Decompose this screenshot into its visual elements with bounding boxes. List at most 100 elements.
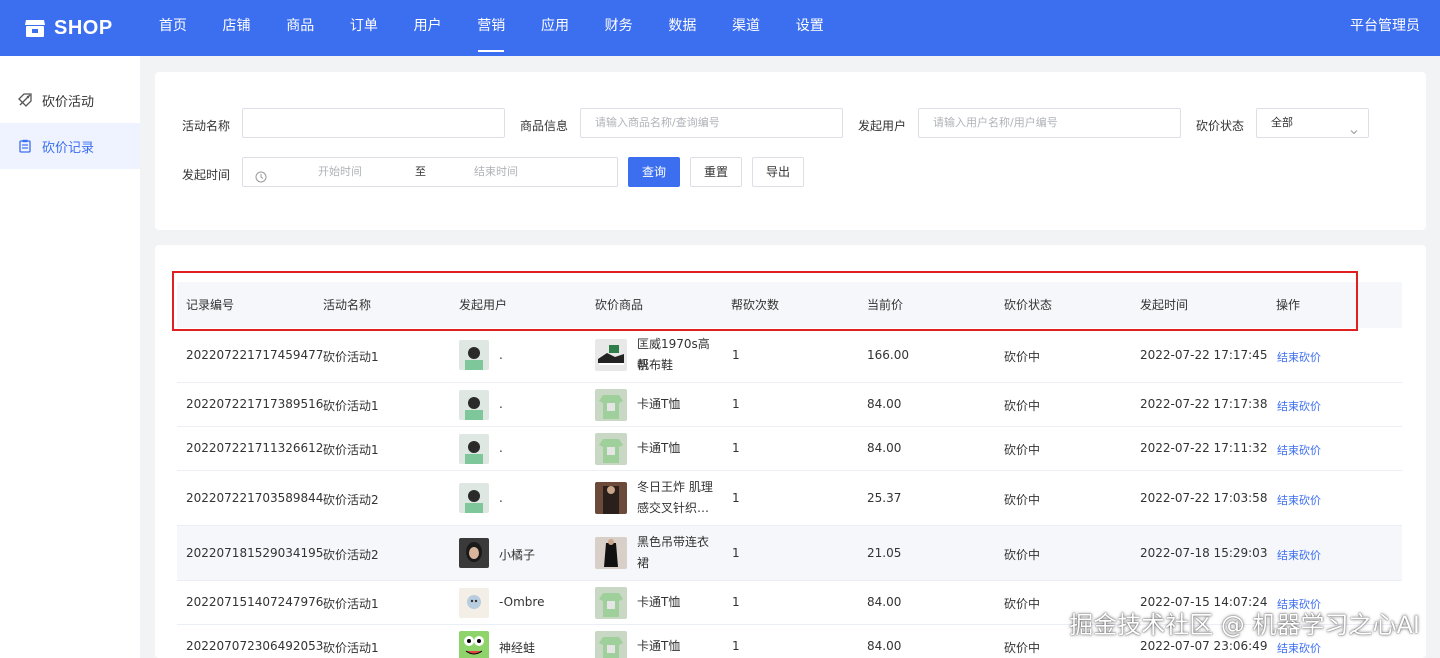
product-image xyxy=(595,537,627,569)
product-name-line2: 帆布鞋 xyxy=(637,358,674,372)
product-name-line1: 冬日王炸 肌理 xyxy=(637,480,713,494)
sidebar-item-label: 砍价记录 xyxy=(42,140,95,156)
current-price: 166.00 xyxy=(867,348,909,362)
end-bargain-link[interactable]: 结束砍价 xyxy=(1277,547,1321,563)
start-time: 2022-07-22 17:17:45 xyxy=(1140,348,1268,362)
brand-logo[interactable]: SHOP xyxy=(24,14,113,42)
current-price: 21.05 xyxy=(867,546,902,560)
start-time-input[interactable]: 开始时间 xyxy=(318,158,362,186)
product-image xyxy=(595,631,627,658)
nav-item-store[interactable]: 店铺 xyxy=(205,0,269,56)
activity-name-input[interactable] xyxy=(242,108,505,138)
table-row: 202207221703589844 砍价活动2 . 冬日王炸 肌理 感交叉针织… xyxy=(177,471,1402,526)
table-row: 202207221711326612 砍价活动1 . 卡通T恤 1 84.00 … xyxy=(177,427,1402,471)
nav-item-users[interactable]: 用户 xyxy=(396,0,460,56)
record-id: 202207221711326612 xyxy=(186,441,324,455)
nav-item-data[interactable]: 数据 xyxy=(651,0,715,56)
help-count: 1 xyxy=(732,639,740,653)
product-image xyxy=(595,482,627,514)
help-count: 1 xyxy=(732,546,740,560)
start-time: 2022-07-22 17:17:38 xyxy=(1140,397,1268,411)
record-id: 202207181529034195 xyxy=(186,546,324,560)
highlight-annotation-box xyxy=(172,271,1358,331)
date-range-picker[interactable]: 开始时间 至 结束时间 xyxy=(242,157,618,187)
product-name-line2: 裙 xyxy=(637,556,650,570)
activity-name: 砍价活动1 xyxy=(323,641,379,655)
nav-item-settings[interactable]: 设置 xyxy=(778,0,842,56)
help-count: 1 xyxy=(732,397,740,411)
start-time: 2022-07-22 17:03:58 xyxy=(1140,491,1268,505)
nav-item-apps[interactable]: 应用 xyxy=(523,0,587,56)
start-time: 2022-07-18 15:29:03 xyxy=(1140,546,1268,560)
sidebar-item-bargain-records[interactable]: 砍价记录 xyxy=(0,123,140,169)
product-name-line2: 感交叉针织… xyxy=(637,501,710,515)
reset-button[interactable]: 重置 xyxy=(690,157,742,187)
product-name-line1: 卡通T恤 xyxy=(637,397,681,411)
nav-item-marketing[interactable]: 营销 xyxy=(459,0,523,56)
activity-name: 砍价活动1 xyxy=(323,350,379,364)
product-name-line1: 卡通T恤 xyxy=(637,595,681,609)
avatar xyxy=(459,588,489,618)
table-row: 202207181529034195 砍价活动2 小橘子 黑色吊带连衣 裙 1 … xyxy=(177,526,1402,581)
initiator-input[interactable]: 请输入用户名称/用户编号 xyxy=(918,108,1181,138)
product-image xyxy=(595,433,627,465)
range-separator: 至 xyxy=(415,165,426,178)
sidebar: 砍价活动 砍价记录 xyxy=(0,56,140,658)
clock-icon xyxy=(255,166,267,183)
record-id: 202207151407247976 xyxy=(186,595,324,609)
nav-item-goods[interactable]: 商品 xyxy=(268,0,332,56)
sidebar-item-bargain-activity[interactable]: 砍价活动 xyxy=(0,77,140,123)
avatar xyxy=(459,631,489,658)
end-bargain-link[interactable]: 结束砍价 xyxy=(1277,398,1321,414)
main-nav: 首页 店铺 商品 订单 用户 营销 应用 财务 数据 渠道 设置 xyxy=(141,0,842,56)
help-count: 1 xyxy=(732,491,740,505)
export-button[interactable]: 导出 xyxy=(752,157,804,187)
nav-item-finance[interactable]: 财务 xyxy=(587,0,651,56)
current-price: 25.37 xyxy=(867,491,902,505)
goods-info-label: 商品信息 xyxy=(520,119,569,133)
initiator-label: 发起用户 xyxy=(858,119,907,133)
end-bargain-link[interactable]: 结束砍价 xyxy=(1277,442,1321,458)
bargain-status: 砍价中 xyxy=(1004,597,1041,611)
product-image xyxy=(595,389,627,421)
initiator-name: . xyxy=(499,441,503,455)
activity-name: 砍价活动2 xyxy=(323,548,379,562)
status-select-value: 全部 xyxy=(1271,116,1293,129)
status-label: 砍价状态 xyxy=(1196,119,1245,133)
status-select[interactable]: 全部 xyxy=(1256,108,1369,138)
query-button[interactable]: 查询 xyxy=(628,157,680,187)
sidebar-item-label: 砍价活动 xyxy=(42,94,95,110)
record-id: 202207221717389516 xyxy=(186,397,324,411)
end-time-input[interactable]: 结束时间 xyxy=(474,158,518,186)
end-bargain-link[interactable]: 结束砍价 xyxy=(1277,349,1321,365)
table-row: 202207221717459477 砍价活动1 . 匡威1970s高帮 帆布鞋… xyxy=(177,328,1402,383)
current-price: 84.00 xyxy=(867,595,902,609)
avatar xyxy=(459,538,489,568)
initiator-name: -Ombre xyxy=(499,595,545,609)
help-count: 1 xyxy=(732,595,740,609)
nav-item-home[interactable]: 首页 xyxy=(141,0,205,56)
tag-icon xyxy=(18,93,32,107)
record-id: 202207221703589844 xyxy=(186,491,324,505)
help-count: 1 xyxy=(732,441,740,455)
shop-icon xyxy=(24,18,46,38)
filter-panel: 活动名称 商品信息 请输入商品名称/查询编号 发起用户 请输入用户名称/用户编号… xyxy=(155,72,1426,230)
avatar xyxy=(459,434,489,464)
time-label: 发起时间 xyxy=(182,168,231,182)
record-id: 202207072306492053 xyxy=(186,639,324,653)
watermark: 掘金技术社区 @ 机器学习之心AI xyxy=(1069,611,1420,639)
end-bargain-link[interactable]: 结束砍价 xyxy=(1277,640,1321,656)
nav-item-orders[interactable]: 订单 xyxy=(332,0,396,56)
bargain-status: 砍价中 xyxy=(1004,641,1041,655)
end-bargain-link[interactable]: 结束砍价 xyxy=(1277,492,1321,508)
current-price: 84.00 xyxy=(867,397,902,411)
goods-info-input[interactable]: 请输入商品名称/查询编号 xyxy=(580,108,843,138)
product-name-line1: 卡通T恤 xyxy=(637,639,681,653)
nav-item-channels[interactable]: 渠道 xyxy=(714,0,778,56)
initiator-name: . xyxy=(499,491,503,505)
top-nav-bar: SHOP 首页 店铺 商品 订单 用户 营销 应用 财务 数据 渠道 设置 平台… xyxy=(0,0,1440,56)
bargain-status: 砍价中 xyxy=(1004,548,1041,562)
product-name-line1: 黑色吊带连衣 xyxy=(637,535,710,549)
user-menu[interactable]: 平台管理员 xyxy=(1350,0,1420,52)
avatar xyxy=(459,340,489,370)
